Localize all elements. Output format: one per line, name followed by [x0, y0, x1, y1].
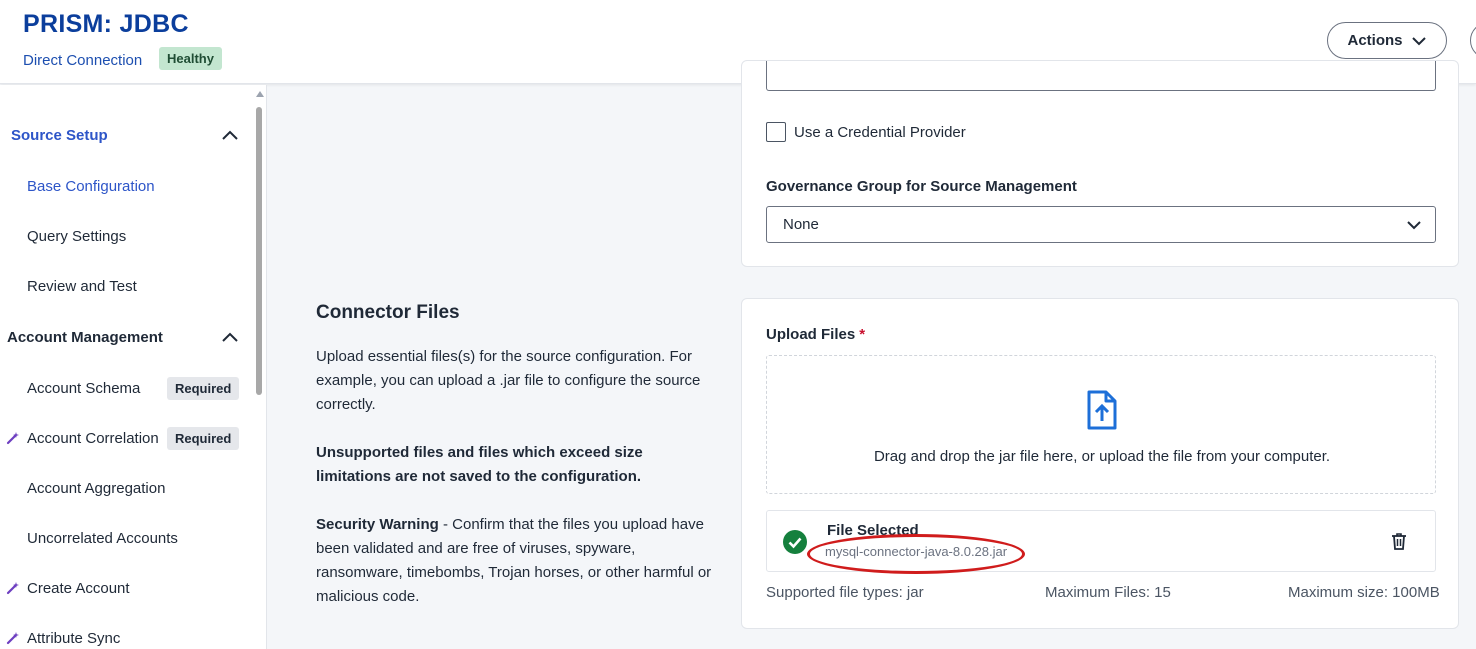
check-circle-icon [783, 530, 807, 554]
more-options-button[interactable] [1470, 22, 1476, 59]
sidebar-item-label: Create Account [27, 579, 130, 597]
magic-wand-icon [6, 582, 19, 595]
sidebar-item-label: Attribute Sync [27, 629, 121, 647]
sidebar-nav: Source Setup Base Configuration Query Se… [0, 85, 267, 649]
supported-file-types: Supported file types: jar [766, 584, 924, 601]
chevron-down-icon [1407, 220, 1421, 229]
required-marker: * [859, 326, 866, 343]
sidebar-item-label: Account Correlation [27, 429, 159, 447]
governance-group-label: Governance Group for Source Management [766, 178, 1077, 195]
required-badge: Required [167, 426, 240, 450]
sidebar-item-attribute-sync[interactable]: Attribute Sync [0, 618, 252, 649]
sidebar-section-account-management[interactable]: Account Management [0, 317, 252, 357]
highlight-ellipse [807, 534, 1025, 574]
sidebar-item-uncorrelated-accounts[interactable]: Uncorrelated Accounts [0, 518, 252, 558]
actions-button[interactable]: Actions [1327, 22, 1447, 59]
sidebar-item-label: Review and Test [27, 277, 137, 295]
sidebar-item-create-account[interactable]: Create Account [0, 568, 252, 608]
security-warning-title: Security Warning [316, 516, 439, 533]
required-badge: Required [167, 376, 240, 400]
magic-wand-icon [6, 632, 19, 645]
selected-file-row: File Selected mysql-connector-java-8.0.2… [766, 510, 1436, 574]
governance-group-select[interactable]: None [766, 206, 1436, 243]
status-badge: Healthy [159, 47, 222, 70]
magic-wand-icon [6, 432, 19, 445]
actions-button-label: Actions [1347, 32, 1403, 49]
sidebar-item-label: Query Settings [27, 227, 127, 245]
sidebar-item-account-schema[interactable]: Account Schema Required [0, 368, 252, 408]
sidebar-section-label: Account Management [7, 328, 163, 346]
sidebar-item-label: Account Schema [27, 379, 141, 397]
page-title: PRISM: JDBC [23, 10, 189, 38]
file-upload-icon [1087, 390, 1117, 430]
sidebar-item-account-correlation[interactable]: Account Correlation Required [0, 418, 252, 458]
security-warning: Security Warning - Confirm that the file… [316, 513, 716, 609]
maximum-size: Maximum size: 100MB [1288, 584, 1440, 601]
credential-provider-label: Use a Credential Provider [794, 123, 966, 141]
sidebar-item-review-and-test[interactable]: Review and Test [0, 266, 252, 306]
sidebar-section-source-setup[interactable]: Source Setup [0, 115, 252, 155]
scrollbar-thumb[interactable] [256, 107, 262, 395]
sidebar-item-base-configuration[interactable]: Base Configuration [0, 166, 252, 206]
sidebar-item-account-aggregation[interactable]: Account Aggregation [0, 468, 252, 508]
connector-files-description: Upload essential files(s) for the source… [316, 348, 701, 413]
scroll-up-arrow-icon[interactable] [256, 91, 264, 97]
text-field-partial[interactable] [766, 61, 1436, 91]
chevron-up-icon [222, 332, 238, 342]
base-configuration-card: Use a Credential Provider Governance Gro… [741, 60, 1459, 267]
sidebar-item-label: Account Aggregation [27, 479, 166, 497]
chevron-down-icon [1411, 36, 1426, 45]
credential-provider-checkbox[interactable] [766, 122, 786, 142]
sidebar-section-label: Source Setup [11, 126, 108, 144]
upload-files-card: Upload Files * Drag and drop the jar file… [741, 298, 1459, 629]
unsupported-files-note: Unsupported files and files which exceed… [316, 444, 643, 485]
dropzone-instructions: Drag and drop the jar file here, or uplo… [873, 448, 1331, 465]
chevron-up-icon [222, 130, 238, 140]
sidebar-scrollbar[interactable] [253, 85, 265, 649]
credential-provider-option[interactable]: Use a Credential Provider [766, 122, 966, 142]
connection-type-label: Direct Connection [23, 52, 143, 69]
governance-group-value: None [783, 216, 819, 233]
upload-files-label: Upload Files * [766, 326, 865, 343]
sidebar-item-label: Base Configuration [27, 177, 155, 195]
upload-files-label-text: Upload Files [766, 326, 856, 343]
file-dropzone[interactable]: Drag and drop the jar file here, or uplo… [766, 355, 1436, 494]
trash-icon[interactable] [1389, 531, 1409, 551]
sidebar-item-query-settings[interactable]: Query Settings [0, 216, 252, 256]
maximum-files: Maximum Files: 15 [1045, 584, 1171, 601]
sidebar-item-label: Uncorrelated Accounts [27, 529, 178, 547]
connector-files-title: Connector Files [316, 302, 460, 323]
